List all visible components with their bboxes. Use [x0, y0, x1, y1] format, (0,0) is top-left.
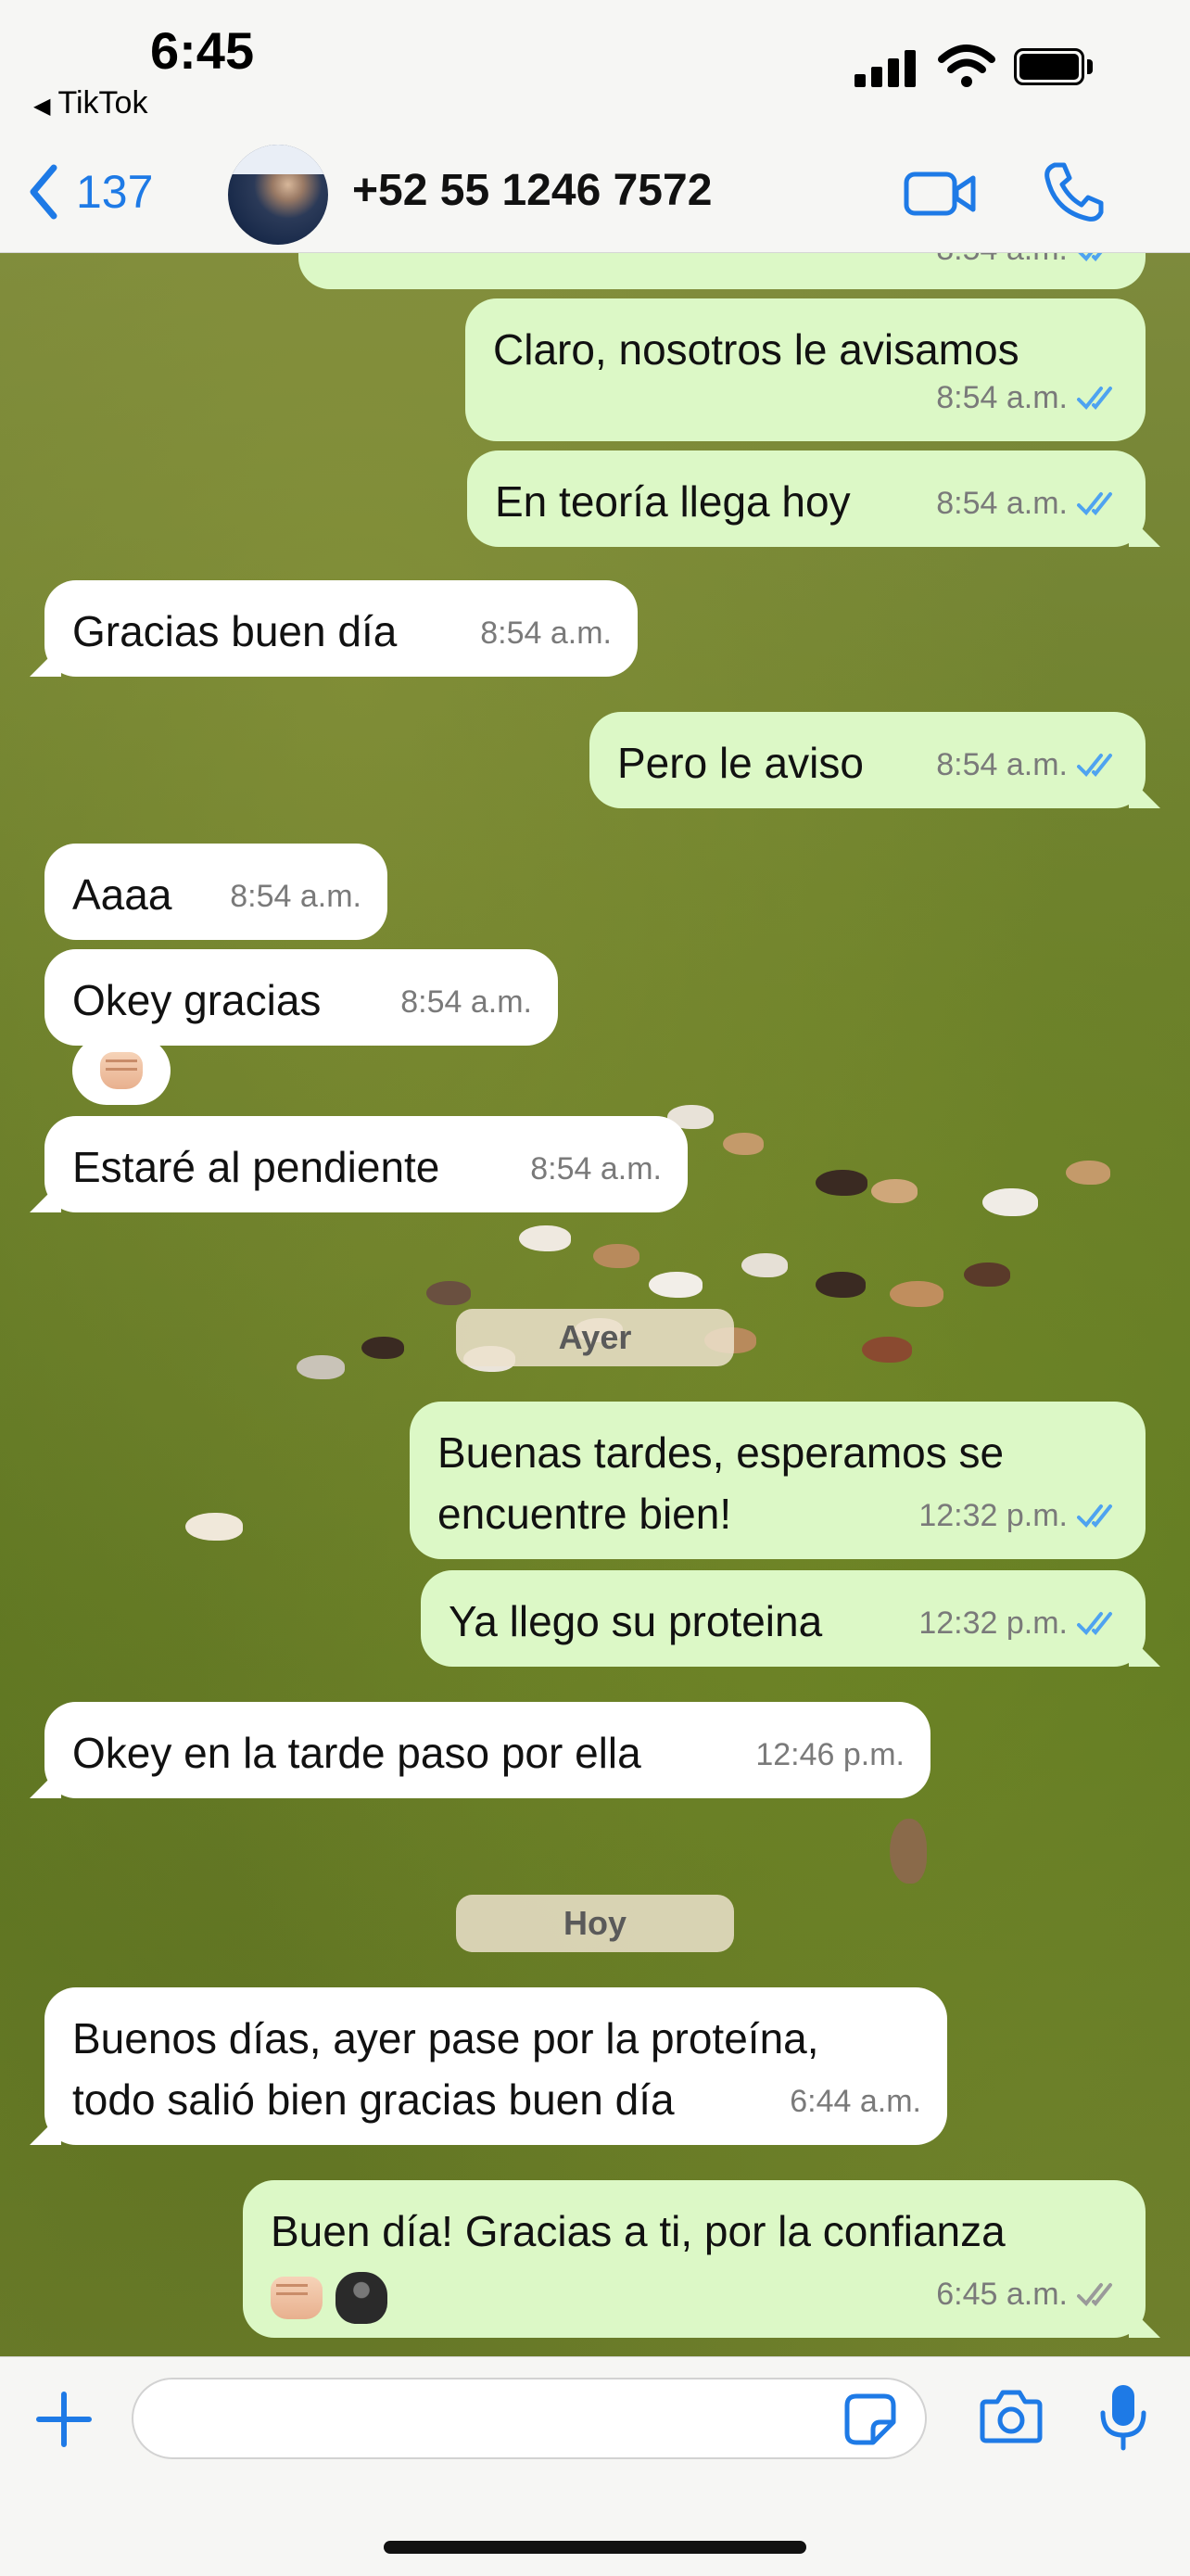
status-time: 6:45 [150, 21, 255, 80]
message-bubble-incoming[interactable]: Buenos días, ayer pase por la proteína, … [44, 1987, 947, 2145]
message-bubble-outgoing[interactable]: En teoría llega hoy 8:54 a.m. [467, 450, 1146, 547]
cellular-signal-icon [855, 44, 919, 87]
unread-count: 137 [76, 166, 154, 218]
home-indicator [384, 2541, 806, 2554]
message-text: Okey gracias [72, 976, 322, 1024]
microphone-icon[interactable] [1099, 2381, 1147, 2452]
message-time: 8:54 a.m. [400, 984, 532, 1020]
message-bubble-outgoing[interactable]: Buenas tardes, esperamos se encuentre bi… [410, 1402, 1146, 1559]
double-check-read-icon [1077, 492, 1112, 515]
message-bubble-outgoing[interactable]: Ya llego su proteina 12:32 p.m. [421, 1570, 1146, 1667]
message-bubble-incoming[interactable]: Okey en la tarde paso por ella 12:46 p.m… [44, 1702, 930, 1798]
message-bubble-incoming[interactable]: Okey gracias 8:54 a.m. [44, 949, 558, 1046]
sticker-icon[interactable] [843, 2392, 897, 2446]
video-call-icon[interactable] [903, 167, 977, 221]
message-bubble-outgoing[interactable]: Buen día! Gracias a ti, por la confianza… [243, 2180, 1146, 2338]
plus-icon[interactable] [35, 2391, 93, 2448]
double-check-read-icon [1077, 387, 1112, 410]
back-triangle-icon: ◀ [33, 94, 51, 119]
message-time: 8:54 a.m. [936, 747, 1068, 782]
contact-name[interactable]: +52 55 1246 7572 [352, 165, 712, 216]
contact-avatar[interactable] [228, 145, 328, 245]
day-separator: Ayer [456, 1309, 734, 1366]
back-button[interactable]: 137 [28, 159, 153, 224]
camera-icon[interactable] [979, 2387, 1044, 2446]
message-input[interactable] [132, 2378, 927, 2459]
double-check-read-icon [1077, 1504, 1112, 1528]
day-separator: Hoy [456, 1895, 734, 1952]
message-text: Gracias buen día [72, 607, 398, 655]
battery-icon [1014, 48, 1094, 85]
message-time: 8:54 a.m. [936, 380, 1068, 415]
message-time: 6:45 a.m. [936, 2277, 1068, 2312]
message-time: 6:44 a.m. [790, 2084, 921, 2119]
status-bar: 6:45 ◀ TikTok [0, 0, 1190, 139]
message-text: En teoría llega hoy [495, 477, 851, 526]
message-time: 12:32 p.m. [918, 1605, 1068, 1641]
message-text: Pero le aviso [617, 739, 864, 787]
message-time: 8:54 a.m. [230, 879, 361, 914]
message-bubble-incoming[interactable]: Gracias buen día 8:54 a.m. [44, 580, 638, 677]
back-app-label: TikTok [57, 85, 148, 121]
message-input-bar [0, 2356, 1190, 2576]
message-text: Okey en la tarde paso por ella [72, 1729, 641, 1777]
message-text: Ya llego su proteina [449, 1597, 823, 1645]
double-check-read-icon [1077, 754, 1112, 777]
message-time: 8:54 a.m. [530, 1151, 662, 1186]
message-text: Buenos días, ayer pase por la proteína, … [72, 2014, 819, 2124]
message-time: 8:54 a.m. [936, 486, 1068, 521]
oncoming-fist-icon [271, 2276, 323, 2319]
back-to-app-link[interactable]: ◀ TikTok [33, 85, 147, 121]
message-bubble-outgoing[interactable]: Pero le aviso 8:54 a.m. [589, 712, 1146, 808]
wifi-icon [938, 44, 995, 87]
message-text: Buen día! Gracias a ti, por la confianza [271, 2207, 1006, 2255]
message-bubble-outgoing[interactable]: Claro, nosotros le avisamos 8:54 a.m. [465, 298, 1146, 441]
oncoming-fist-icon [100, 1052, 143, 1089]
message-bubble-incoming[interactable]: Aaaa 8:54 a.m. [44, 844, 387, 940]
chevron-left-icon [30, 164, 57, 220]
double-check-delivered-icon [1077, 2283, 1112, 2306]
message-time: 8:54 a.m. [480, 615, 612, 651]
message-text: Aaaa [72, 870, 172, 919]
message-bubble-incoming[interactable]: Estaré al pendiente 8:54 a.m. [44, 1116, 688, 1212]
chat-header: 137 +52 55 1246 7572 [0, 139, 1190, 253]
message-time: 12:46 p.m. [755, 1737, 905, 1772]
message-reaction[interactable] [72, 1036, 171, 1105]
message-time: 12:32 p.m. [918, 1498, 1068, 1533]
phone-call-icon[interactable] [1042, 159, 1107, 224]
gorilla-icon [335, 2271, 387, 2324]
message-text: Estaré al pendiente [72, 1143, 440, 1191]
double-check-read-icon [1077, 1612, 1112, 1635]
